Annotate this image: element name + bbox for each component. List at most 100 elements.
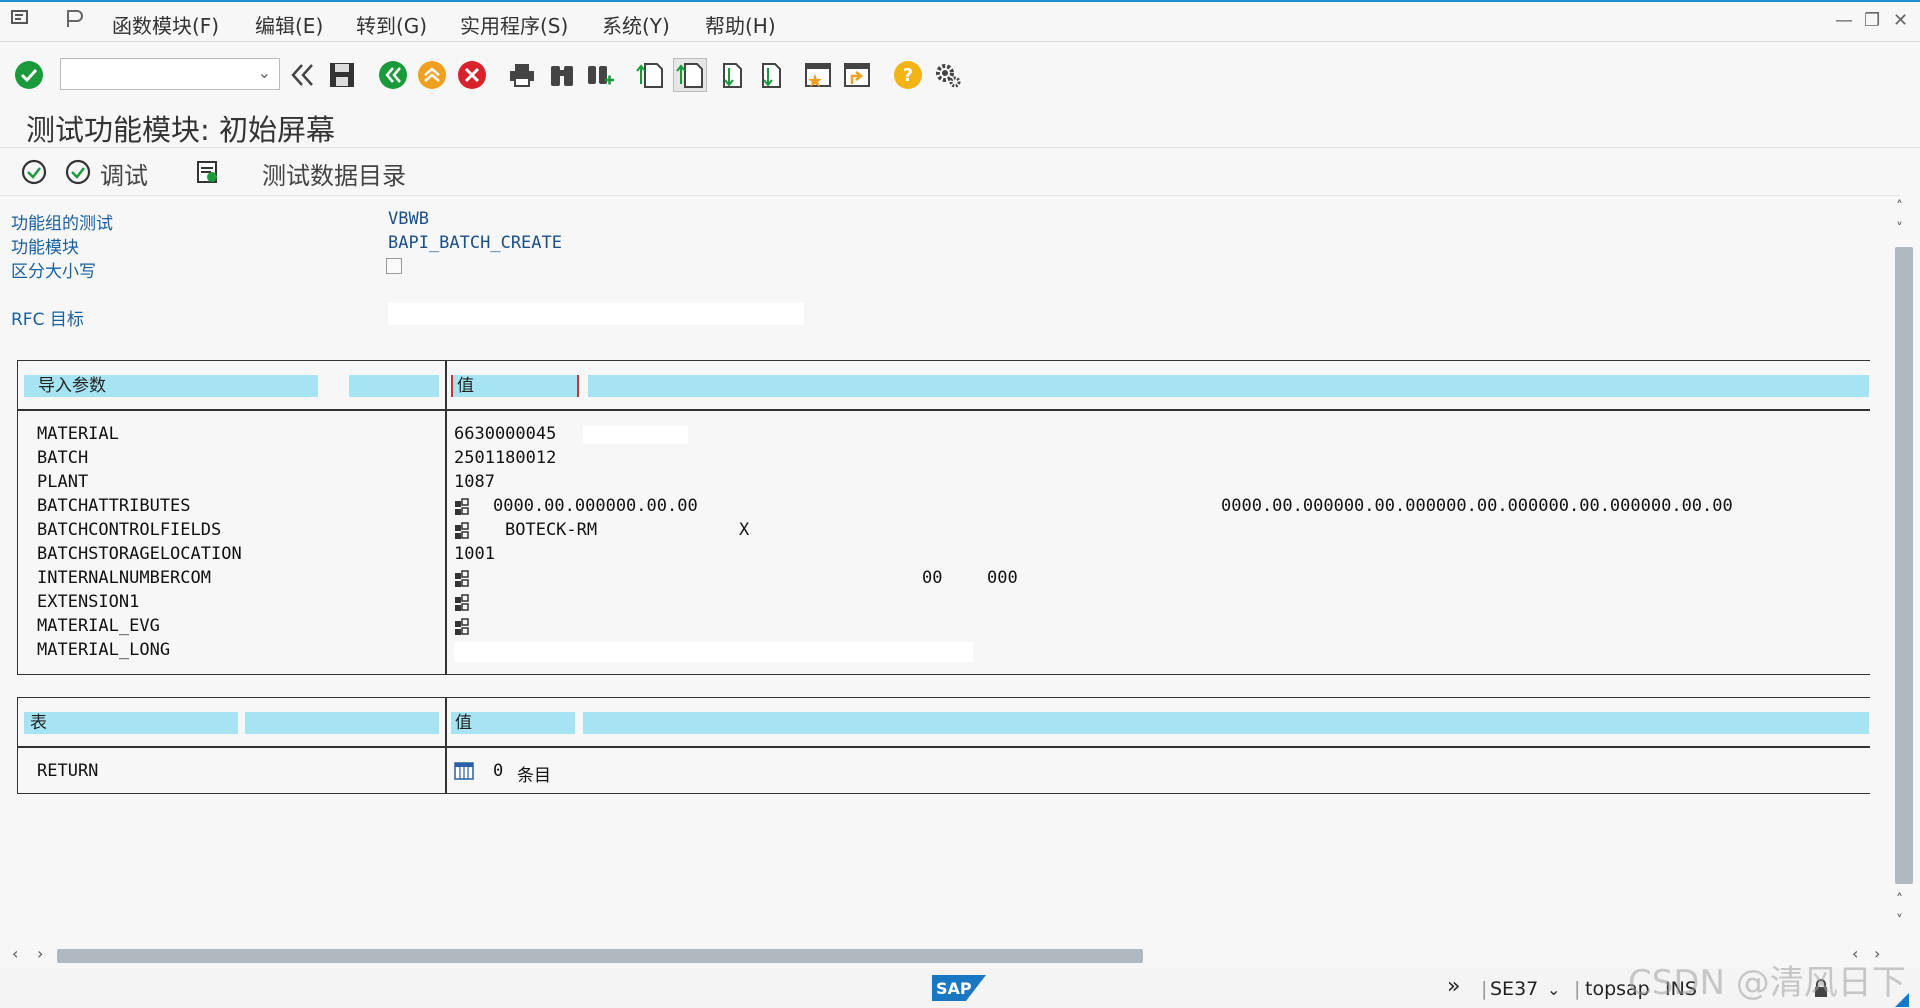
batchcontrolfields-value: BOTECK-RM <box>505 520 598 540</box>
application-toolbar: 调试 测试数据目录 <box>0 152 1920 192</box>
rfc-target-label: RFC 目标 <box>11 310 84 330</box>
scroll-thumb[interactable] <box>57 949 1143 963</box>
menu-help[interactable]: 帮助(H) <box>705 10 776 39</box>
param-name: MATERIAL_EVG <box>37 616 160 636</box>
case-sensitive-checkbox[interactable] <box>386 258 402 274</box>
transaction-code: SE37 <box>1490 978 1539 1000</box>
value-header[interactable]: 值 <box>451 375 579 397</box>
param-name: INTERNALNUMBERCOM <box>37 568 211 588</box>
scroll-up-icon[interactable]: ˄ <box>1896 199 1903 215</box>
column-divider <box>445 361 447 674</box>
find-next-icon[interactable] <box>583 58 617 92</box>
param-name: BATCHSTORAGELOCATION <box>37 544 242 564</box>
divider <box>0 195 1900 196</box>
chevron-down-icon[interactable]: ⌄ <box>258 63 271 82</box>
param-name: EXTENSION1 <box>37 592 140 612</box>
scroll-right-icon[interactable]: › <box>37 944 43 963</box>
scroll-thumb[interactable] <box>1895 247 1913 884</box>
value-header: 值 <box>451 712 575 734</box>
return-count: 0 <box>493 761 504 781</box>
cancel-icon[interactable] <box>455 58 489 92</box>
separator: | <box>1574 978 1581 1000</box>
horizontal-scrollbar[interactable]: ‹ › ‹ › <box>0 944 1890 966</box>
structure-edit-icon[interactable] <box>454 594 474 612</box>
first-page-icon[interactable] <box>633 58 667 92</box>
last-page-icon[interactable] <box>751 58 785 92</box>
material-long-input[interactable] <box>454 642 973 662</box>
batch-value[interactable]: 2501180012 <box>454 448 556 468</box>
rfc-target-input[interactable] <box>388 303 804 325</box>
layout-icon[interactable] <box>64 8 86 35</box>
divider <box>0 147 1920 148</box>
standard-toolbar: ⌄ ? <box>0 52 1920 102</box>
test-data-directory-button[interactable]: 测试数据目录 <box>262 156 406 191</box>
menu-system[interactable]: 系统(Y) <box>602 10 670 39</box>
new-session-icon[interactable] <box>801 58 835 92</box>
chevron-down-icon[interactable]: ⌄ <box>1547 980 1560 999</box>
header-divider <box>18 746 1870 748</box>
header-fill <box>588 375 1869 397</box>
minimize-icon[interactable]: — <box>1835 10 1853 31</box>
execute-icon[interactable] <box>20 158 48 192</box>
param-name: BATCHATTRIBUTES <box>37 496 191 516</box>
next-page-icon[interactable] <box>712 58 746 92</box>
menu-goto[interactable]: 转到(G) <box>356 10 427 39</box>
function-module-value: BAPI_BATCH_CREATE <box>388 233 562 253</box>
menu-function-module[interactable]: 函数模块(F) <box>112 10 219 39</box>
test-data-directory-icon[interactable] <box>194 158 222 192</box>
input-bg <box>583 426 688 444</box>
storage-location-value[interactable]: 1001 <box>454 544 495 564</box>
scroll-down-icon[interactable]: ˅ <box>1896 913 1903 929</box>
header-divider <box>18 409 1870 411</box>
menu-utilities[interactable]: 实用程序(S) <box>460 10 568 39</box>
scroll-up-icon[interactable]: ˅ <box>1896 221 1903 237</box>
plant-value[interactable]: 1087 <box>454 472 495 492</box>
internalnumbercom-extra: 000 <box>987 568 1018 588</box>
exit-icon[interactable] <box>415 58 449 92</box>
menu-edit[interactable]: 编辑(E) <box>255 10 323 39</box>
param-name: BATCH <box>37 448 89 468</box>
app-menu-icon[interactable] <box>10 8 32 33</box>
enter-check-icon[interactable] <box>12 58 46 92</box>
close-window-icon[interactable]: ✕ <box>1893 10 1908 31</box>
table-header: 表 <box>24 712 238 734</box>
help-icon[interactable]: ? <box>891 58 925 92</box>
separator: | <box>1481 978 1488 1000</box>
find-icon[interactable] <box>545 58 579 92</box>
print-icon[interactable] <box>505 58 539 92</box>
double-chevron-left-icon[interactable] <box>285 58 319 92</box>
svg-text:SAP: SAP <box>936 979 972 998</box>
structure-edit-icon[interactable] <box>454 498 474 516</box>
function-module-label: 功能模块 <box>11 238 79 258</box>
tables-table: 表 值 RETURN 0 条目 <box>17 697 1870 794</box>
param-name: BATCHCONTROLFIELDS <box>37 520 222 540</box>
restore-icon[interactable]: ❐ <box>1864 10 1880 31</box>
save-icon[interactable] <box>325 58 359 92</box>
batchattributes-value: 0000.00.000000.00.00 <box>493 496 698 516</box>
page-title: 测试功能模块: 初始屏幕 <box>26 113 335 147</box>
header-spacer <box>349 375 439 397</box>
scroll-down-icon[interactable]: ˄ <box>1896 892 1903 908</box>
back-icon[interactable] <box>376 58 410 92</box>
settings-icon[interactable] <box>930 58 964 92</box>
batchattributes-extra: 0000.00.000000.00.000000.00.000000.00.00… <box>1221 496 1733 516</box>
table-entries-icon[interactable] <box>454 762 474 780</box>
debug-button[interactable]: 调试 <box>100 156 148 191</box>
debug-icon[interactable] <box>64 158 92 192</box>
structure-edit-icon[interactable] <box>454 570 474 588</box>
vertical-scrollbar[interactable]: ˄ ˅ ˄ ˅ <box>1893 195 1915 930</box>
sap-logo: SAP <box>932 975 986 1001</box>
structure-edit-icon[interactable] <box>454 618 474 636</box>
header-spacer <box>245 712 439 734</box>
command-field[interactable]: ⌄ <box>60 58 280 90</box>
internalnumbercom-value: 00 <box>922 568 943 588</box>
double-chevron-right-icon[interactable]: » <box>1447 974 1460 999</box>
create-shortcut-icon[interactable] <box>840 58 874 92</box>
function-group-label: 功能组的测试 <box>11 214 113 234</box>
structure-edit-icon[interactable] <box>454 522 474 540</box>
material-value[interactable]: 6630000045 <box>454 424 556 444</box>
previous-page-icon[interactable] <box>673 58 707 92</box>
batchcontrolfields-extra: X <box>739 520 750 540</box>
scroll-left-icon[interactable]: ‹ <box>12 944 18 963</box>
param-name: MATERIAL <box>37 424 119 444</box>
